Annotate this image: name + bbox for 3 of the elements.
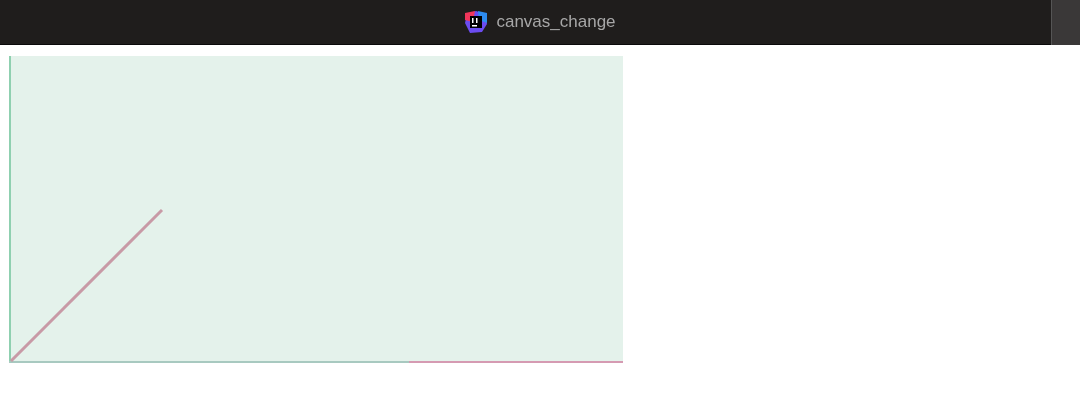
app-icon bbox=[464, 10, 489, 34]
window-edge-panel bbox=[1051, 0, 1080, 45]
window-title: canvas_change bbox=[496, 11, 616, 34]
